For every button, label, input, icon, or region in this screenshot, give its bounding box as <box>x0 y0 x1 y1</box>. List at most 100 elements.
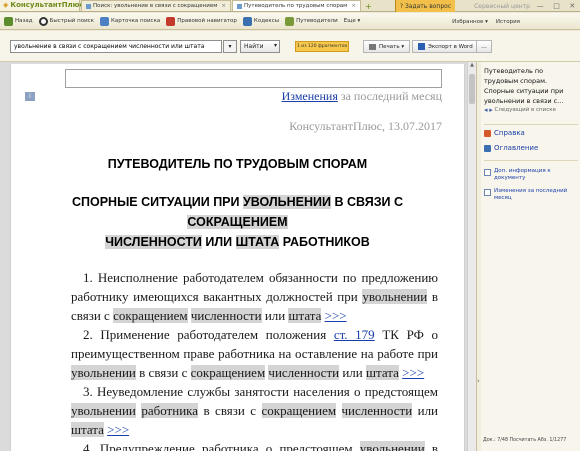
fragments-counter-badge[interactable]: 1 из 120 фрагментов <box>295 41 349 52</box>
list-item-3-line2: увольнении работника в связи с сокращени… <box>11 403 464 419</box>
more-link[interactable]: >>> <box>402 365 424 380</box>
service-center-link[interactable]: Сервисный центр <box>474 0 530 12</box>
document-area: i Изменения за последний месяц Консульта… <box>0 62 476 451</box>
para-text: в <box>424 441 438 451</box>
next-in-list-label[interactable]: Следующий в списке <box>495 107 556 113</box>
search-highlight: сокращением <box>261 403 337 418</box>
quick-search-button[interactable]: Быстрый поиск <box>38 16 94 26</box>
article-link[interactable]: ст. 179 <box>334 327 375 342</box>
guides-label: Путеводители <box>296 18 338 24</box>
document-info-icon <box>484 169 491 176</box>
extra-info-link[interactable]: Доп. информация к документу <box>484 168 578 182</box>
document-scrollbar[interactable]: ▲ <box>467 62 476 451</box>
window-controls: — □ ✕ <box>532 0 580 12</box>
document-page: i Изменения за последний месяц Консульта… <box>10 64 465 451</box>
tab-label: Поиск: увольнение в связи с сокращением <box>93 3 218 9</box>
favorites-button[interactable]: Избранное ▾ <box>452 19 488 25</box>
search-card-button[interactable]: Карточка поиска <box>100 16 160 26</box>
navigator-icon <box>166 16 176 26</box>
more-link[interactable]: >>> <box>107 422 129 437</box>
search-highlight: штата <box>366 365 399 380</box>
panel-divider <box>484 124 578 125</box>
reference-link[interactable]: Справка <box>484 129 525 137</box>
back-label: Назад <box>15 18 33 24</box>
more-link[interactable]: >>> <box>325 308 347 323</box>
changes-link[interactable]: Изменения <box>282 89 338 103</box>
para-text: или <box>261 308 289 323</box>
export-word-button[interactable]: Экспорт в Word <box>412 40 479 53</box>
close-tab-icon[interactable]: × <box>221 3 226 9</box>
tab-guide-document[interactable]: Путеводитель по трудовым спорам × <box>231 0 361 11</box>
app-logo[interactable]: ◈ КонсультантПлюс <box>0 0 84 11</box>
search-highlight: увольнении <box>71 365 136 380</box>
legal-navigator-button[interactable]: Правовой навигатор <box>166 16 237 26</box>
consultant-plus-window: ◈ КонсультантПлюс Поиск: увольнение в свя… <box>0 0 580 451</box>
para-text: в связи с <box>198 403 262 418</box>
collapse-panel-icon[interactable]: › <box>477 377 480 385</box>
print-label: Печать <box>379 43 400 50</box>
search-card-icon <box>100 16 109 26</box>
printer-icon <box>369 43 376 50</box>
maximize-icon[interactable]: □ <box>553 2 560 10</box>
chevron-down-icon: ▾ <box>228 43 232 50</box>
codes-button[interactable]: Кодексы <box>242 16 280 26</box>
para-text: 4. Предупреждение работника о предстояще… <box>83 441 360 451</box>
more-actions-button[interactable]: ... <box>476 40 492 53</box>
tab-search-results[interactable]: Поиск: увольнение в связи с сокращением × <box>81 0 231 11</box>
para-text: в <box>427 289 438 304</box>
search-history-dropdown[interactable]: ▾ <box>223 40 237 53</box>
search-highlight: численности <box>190 308 262 323</box>
magnifier-icon <box>38 16 48 26</box>
toolbar-right-group: Избранное ▾ История <box>452 13 520 30</box>
search-input[interactable]: увольнение в связи с сокращением численн… <box>10 40 222 53</box>
quick-search-label: Быстрый поиск <box>49 18 94 24</box>
legal-navigator-label: Правовой навигатор <box>177 18 237 24</box>
changes-suffix: за последний месяц <box>337 89 442 103</box>
find-label: Найти <box>244 43 264 50</box>
search-highlight: численности <box>341 403 413 418</box>
tab-label: Путеводитель по трудовым спорам <box>243 3 348 9</box>
para-text <box>336 403 341 418</box>
close-tab-icon[interactable]: × <box>351 3 356 9</box>
minimize-icon[interactable]: — <box>537 2 544 10</box>
list-item-4-line1: 4. Предупреждение работника о предстояще… <box>11 441 464 451</box>
contents-link[interactable]: Оглавление <box>484 144 538 152</box>
history-button[interactable]: История <box>496 19 520 25</box>
guides-button[interactable]: Путеводители <box>285 16 338 26</box>
para-text: ТК РФ о <box>374 327 438 342</box>
contents-label: Оглавление <box>494 144 539 152</box>
find-button[interactable]: Найти ▾ <box>240 40 280 53</box>
source-date: КонсультантПлюс, 13.07.2017 <box>289 119 442 133</box>
search-highlight: численности <box>268 365 340 380</box>
contents-icon <box>484 144 491 152</box>
para-text: 3. Неуведомление службы занятости населе… <box>83 384 438 399</box>
document-tab-icon <box>236 3 242 9</box>
panel-divider <box>484 160 578 161</box>
list-item-1-line1: 1. Неисполнение работодателем обязанност… <box>11 270 464 286</box>
search-highlight: увольнении <box>359 441 425 451</box>
main-toolbar: Назад Быстрый поиск Карточка поиска Прав… <box>0 13 580 30</box>
scroll-thumb[interactable] <box>469 74 475 104</box>
history-label: История <box>495 18 520 25</box>
scroll-up-icon[interactable]: ▲ <box>468 62 476 70</box>
subtitle-text: В СВЯЗИ С <box>331 195 404 209</box>
changes-month-link[interactable]: Изменения за последний месяц <box>484 188 578 202</box>
bookmark-icon[interactable]: i <box>25 92 35 101</box>
panel-list-navigation: ◂ ▸ Следующий в списке <box>484 106 578 114</box>
prev-arrow-icon[interactable]: ◂ <box>484 106 488 114</box>
document-header-box <box>65 69 442 88</box>
doc-subtitle-line2: СОКРАЩЕНИЕМ <box>11 215 464 229</box>
back-button[interactable]: Назад <box>4 16 33 26</box>
print-button[interactable]: Печать ▾ <box>363 40 411 53</box>
list-item-2-line2: преимущественном праве работника на оста… <box>11 346 464 362</box>
more-menu-button[interactable]: Еще ▾ <box>344 18 361 24</box>
reference-label: Справка <box>494 129 525 137</box>
subtitle-text: СПОРНЫЕ СИТУАЦИИ ПРИ <box>71 195 243 209</box>
next-arrow-icon[interactable]: ▸ <box>489 106 493 114</box>
new-tab-icon[interactable]: + <box>361 2 376 11</box>
ask-question-button[interactable]: ? Задать вопрос <box>395 0 455 12</box>
back-arrow-icon <box>4 16 13 26</box>
codes-label: Кодексы <box>253 18 280 24</box>
close-window-icon[interactable]: ✕ <box>569 2 575 10</box>
document-status-footer: Док.: 7/48 Посчитать Абз. 1/1277 <box>483 438 567 443</box>
